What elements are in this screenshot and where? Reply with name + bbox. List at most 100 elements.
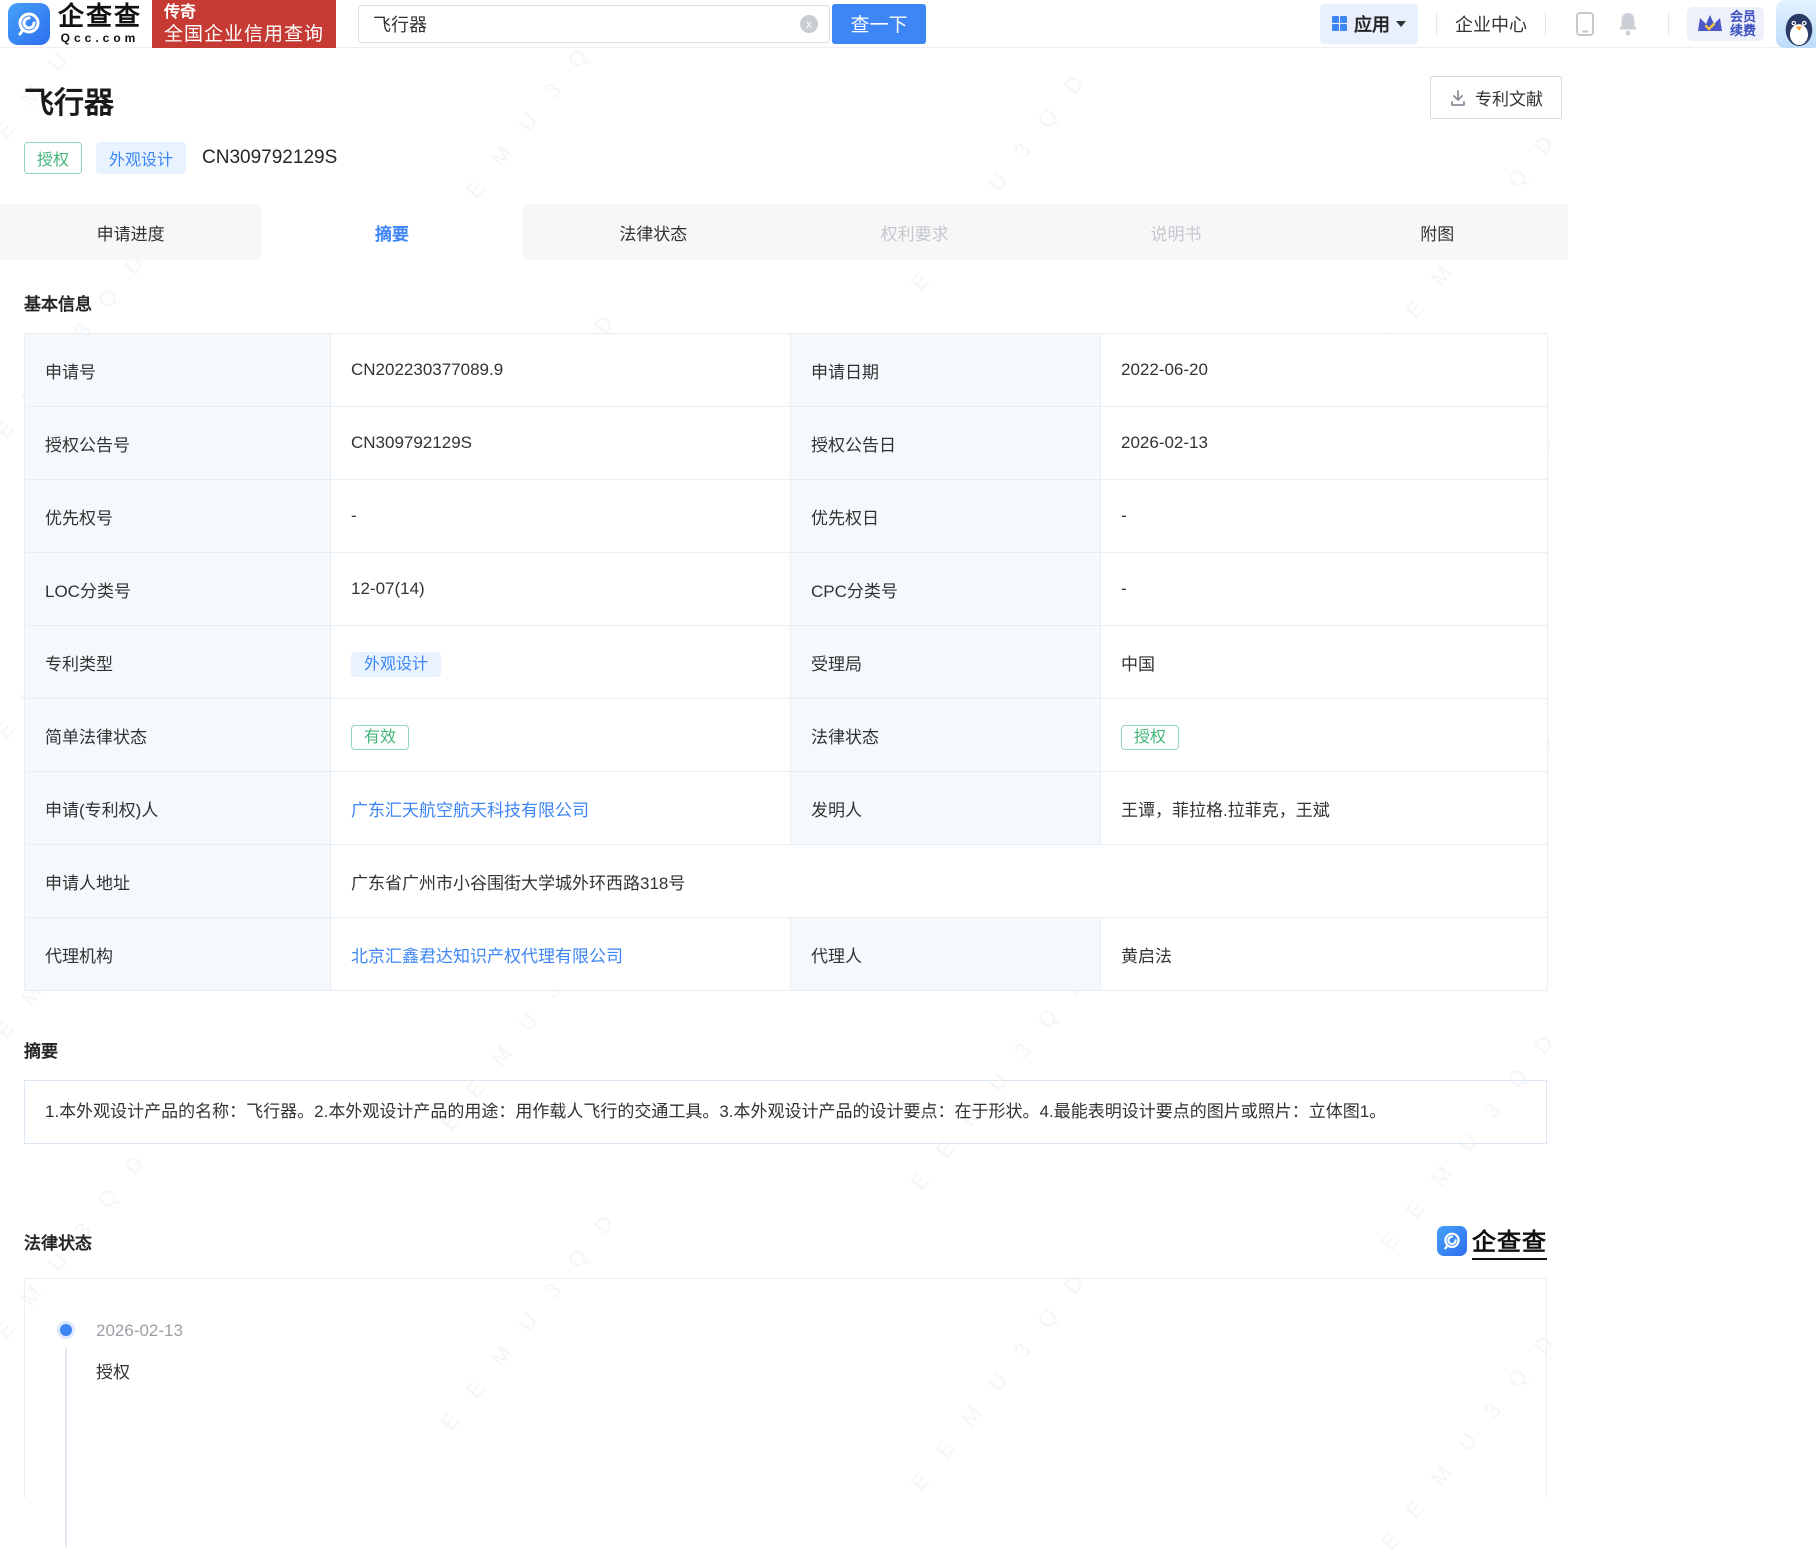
- grant-status-badge: 授权: [24, 142, 82, 174]
- office-value: 中国: [1101, 626, 1548, 699]
- table-row: 授权公告号 CN309792129S 授权公告日 2026-02-13: [25, 407, 1548, 480]
- legal-status-timeline: 2026-02-13 授权: [24, 1278, 1547, 1498]
- table-row: 专利类型 外观设计 受理局 中国: [25, 626, 1548, 699]
- priority-no-value: -: [331, 480, 791, 553]
- timeline-status: 授权: [96, 1358, 1546, 1383]
- application-no-label: 申请号: [25, 334, 331, 407]
- abstract-heading: 摘要: [24, 1037, 1568, 1062]
- application-date-value: 2022-06-20: [1101, 334, 1548, 407]
- agency-label: 代理机构: [25, 918, 331, 991]
- legal-status-label: 法律状态: [791, 699, 1101, 772]
- cpc-class-label: CPC分类号: [791, 553, 1101, 626]
- simple-legal-status-badge: 有效: [351, 725, 409, 750]
- tab-application-progress[interactable]: 申请进度: [0, 204, 261, 260]
- grant-pub-date-label: 授权公告日: [791, 407, 1101, 480]
- abstract-text: 1.本外观设计产品的名称：飞行器。2.本外观设计产品的用途：用作载人飞行的交通工…: [24, 1080, 1547, 1144]
- inventors-label: 发明人: [791, 772, 1101, 845]
- tab-description: 说明书: [1045, 204, 1306, 260]
- search-button[interactable]: 查一下: [832, 4, 926, 44]
- divider: [1668, 12, 1669, 36]
- timeline-item: 2026-02-13 授权: [96, 1321, 1546, 1383]
- download-icon: [1449, 89, 1467, 107]
- table-row: 申请人地址 广东省广州市小谷围街大学城外环西路318号: [25, 845, 1548, 918]
- loc-class-label: LOC分类号: [25, 553, 331, 626]
- timeline-dot: [60, 1324, 72, 1336]
- tab-claims: 权利要求: [784, 204, 1045, 260]
- divider: [1545, 12, 1546, 36]
- priority-no-label: 优先权号: [25, 480, 331, 553]
- table-row: 申请(专利权)人 广东汇天航空航天科技有限公司 发明人 王谭，菲拉格.拉菲克，王…: [25, 772, 1548, 845]
- patent-type-badge: 外观设计: [96, 142, 186, 174]
- apps-grid-icon: [1332, 16, 1347, 31]
- notification-bell-icon[interactable]: [1616, 11, 1640, 37]
- table-row: 简单法律状态 有效 法律状态 授权: [25, 699, 1548, 772]
- apps-menu[interactable]: 应用: [1320, 4, 1418, 44]
- application-no-value: CN202230377089.9: [331, 334, 791, 407]
- simple-legal-status-label: 简单法律状态: [25, 699, 331, 772]
- promo-banner[interactable]: 传奇 全国企业信用查询: [152, 0, 336, 48]
- grant-pub-no-value: CN309792129S: [331, 407, 791, 480]
- patent-document-button[interactable]: 专利文献: [1430, 76, 1562, 119]
- qcc-watermark-text: 企查查: [1472, 1222, 1547, 1260]
- vip-renew-button[interactable]: 会员 续费: [1687, 7, 1764, 41]
- page-title: 飞行器: [24, 78, 1544, 122]
- applicant-link[interactable]: 广东汇天航空航天科技有限公司: [351, 801, 589, 820]
- grant-pub-date-value: 2026-02-13: [1101, 407, 1548, 480]
- legal-status-badge: 授权: [1121, 725, 1179, 750]
- mobile-app-icon[interactable]: [1574, 11, 1596, 37]
- applicant-address-label: 申请人地址: [25, 845, 331, 918]
- table-row: 代理机构 北京汇鑫君达知识产权代理有限公司 代理人 黄启法: [25, 918, 1548, 991]
- timeline-connector: [65, 1347, 67, 1547]
- tab-legal-status[interactable]: 法律状态: [523, 204, 784, 260]
- agency-link[interactable]: 北京汇鑫君达知识产权代理有限公司: [351, 947, 623, 966]
- qcc-logo-icon: [8, 3, 50, 45]
- agent-label: 代理人: [791, 918, 1101, 991]
- grant-pub-no-label: 授权公告号: [25, 407, 331, 480]
- brand-domain: Qcc.com: [58, 31, 142, 45]
- apps-label: 应用: [1354, 11, 1390, 37]
- clear-search-icon[interactable]: x: [800, 15, 818, 33]
- priority-date-value: -: [1101, 480, 1548, 553]
- vip-line2: 续费: [1730, 24, 1756, 38]
- search-input[interactable]: [358, 5, 830, 43]
- tab-drawings[interactable]: 附图: [1307, 204, 1568, 260]
- table-row: LOC分类号 12-07(14) CPC分类号 -: [25, 553, 1548, 626]
- search-bar: x 查一下: [358, 4, 926, 44]
- basic-info-table: 申请号 CN202230377089.9 申请日期 2022-06-20 授权公…: [24, 333, 1548, 991]
- patent-type-chip[interactable]: 外观设计: [351, 652, 441, 677]
- promo-line1: 传奇: [164, 3, 324, 23]
- brand-name: 企查查: [58, 3, 142, 29]
- divider: [1436, 12, 1437, 36]
- table-row: 优先权号 - 优先权日 -: [25, 480, 1548, 553]
- qcc-logo[interactable]: 企查查 Qcc.com: [8, 3, 142, 45]
- applicant-label: 申请(专利权)人: [25, 772, 331, 845]
- brand-text: 企查查 Qcc.com: [58, 3, 142, 45]
- table-row: 申请号 CN202230377089.9 申请日期 2022-06-20: [25, 334, 1548, 407]
- patent-document-label: 专利文献: [1475, 85, 1543, 110]
- qcc-watermark-logo: 企查查: [1437, 1222, 1547, 1260]
- priority-date-label: 优先权日: [791, 480, 1101, 553]
- timeline-date: 2026-02-13: [96, 1321, 1546, 1341]
- promo-line2: 全国企业信用查询: [164, 23, 324, 47]
- header-right-nav: 应用 企业中心 会员 续费: [1320, 0, 1816, 48]
- chevron-down-icon: [1396, 21, 1406, 27]
- publication-number: CN309792129S: [202, 147, 337, 169]
- qcc-watermark-icon: [1437, 1226, 1467, 1256]
- mascot-assistant-icon[interactable]: [1776, 0, 1816, 48]
- application-date-label: 申请日期: [791, 334, 1101, 407]
- top-header: 企查查 Qcc.com 传奇 全国企业信用查询 x 查一下 应用 企业中心: [0, 0, 1816, 48]
- basic-info-heading: 基本信息: [24, 290, 1568, 315]
- loc-class-value: 12-07(14): [331, 553, 791, 626]
- enterprise-center-link[interactable]: 企业中心: [1455, 11, 1527, 37]
- patent-type-label: 专利类型: [25, 626, 331, 699]
- crown-icon: [1695, 12, 1725, 36]
- office-label: 受理局: [791, 626, 1101, 699]
- tab-abstract[interactable]: 摘要: [261, 204, 522, 260]
- applicant-address-value: 广东省广州市小谷围街大学城外环西路318号: [331, 845, 1548, 918]
- legal-status-heading: 法律状态: [24, 1229, 92, 1254]
- inventors-value: 王谭，菲拉格.拉菲克，王斌: [1101, 772, 1548, 845]
- tab-bar: 申请进度 摘要 法律状态 权利要求 说明书 附图: [0, 204, 1568, 260]
- cpc-class-value: -: [1101, 553, 1548, 626]
- agent-value: 黄启法: [1101, 918, 1548, 991]
- vip-line1: 会员: [1730, 10, 1756, 24]
